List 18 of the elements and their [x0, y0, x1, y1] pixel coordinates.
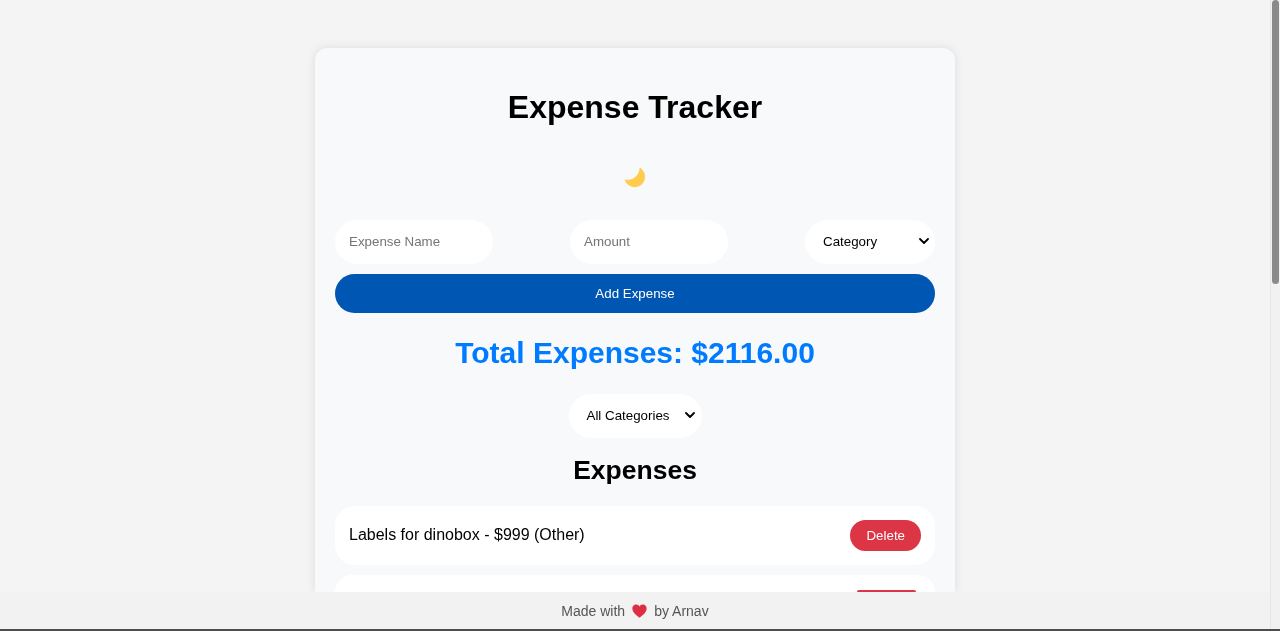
delete-button[interactable] [857, 589, 916, 592]
delete-button[interactable]: Delete [850, 519, 921, 551]
expense-label: Labels for dinobox - $999 (Other) [349, 525, 585, 545]
input-field[interactable]: Amount [570, 219, 728, 264]
add-expense-button[interactable]: Add Expense [335, 273, 935, 313]
moon-icon[interactable] [624, 165, 646, 188]
category-select[interactable]: Category [805, 219, 935, 264]
category-filter-select[interactable]: All Categories [568, 393, 702, 438]
footer-text: Made with [561, 602, 626, 619]
scrollbar-thumb[interactable] [1272, 0, 1279, 284]
input-field[interactable]: Expense Name [335, 219, 493, 264]
chevron-down-icon [919, 238, 929, 246]
heart-icon [632, 603, 648, 618]
chevron-down-icon [684, 412, 695, 420]
page-title: Expense Tracker [507, 89, 763, 127]
section-heading: Expenses [573, 455, 697, 486]
footer-text: by Arnav [654, 602, 709, 619]
total-expenses-text: Total Expenses: $2116.00 [455, 335, 815, 371]
